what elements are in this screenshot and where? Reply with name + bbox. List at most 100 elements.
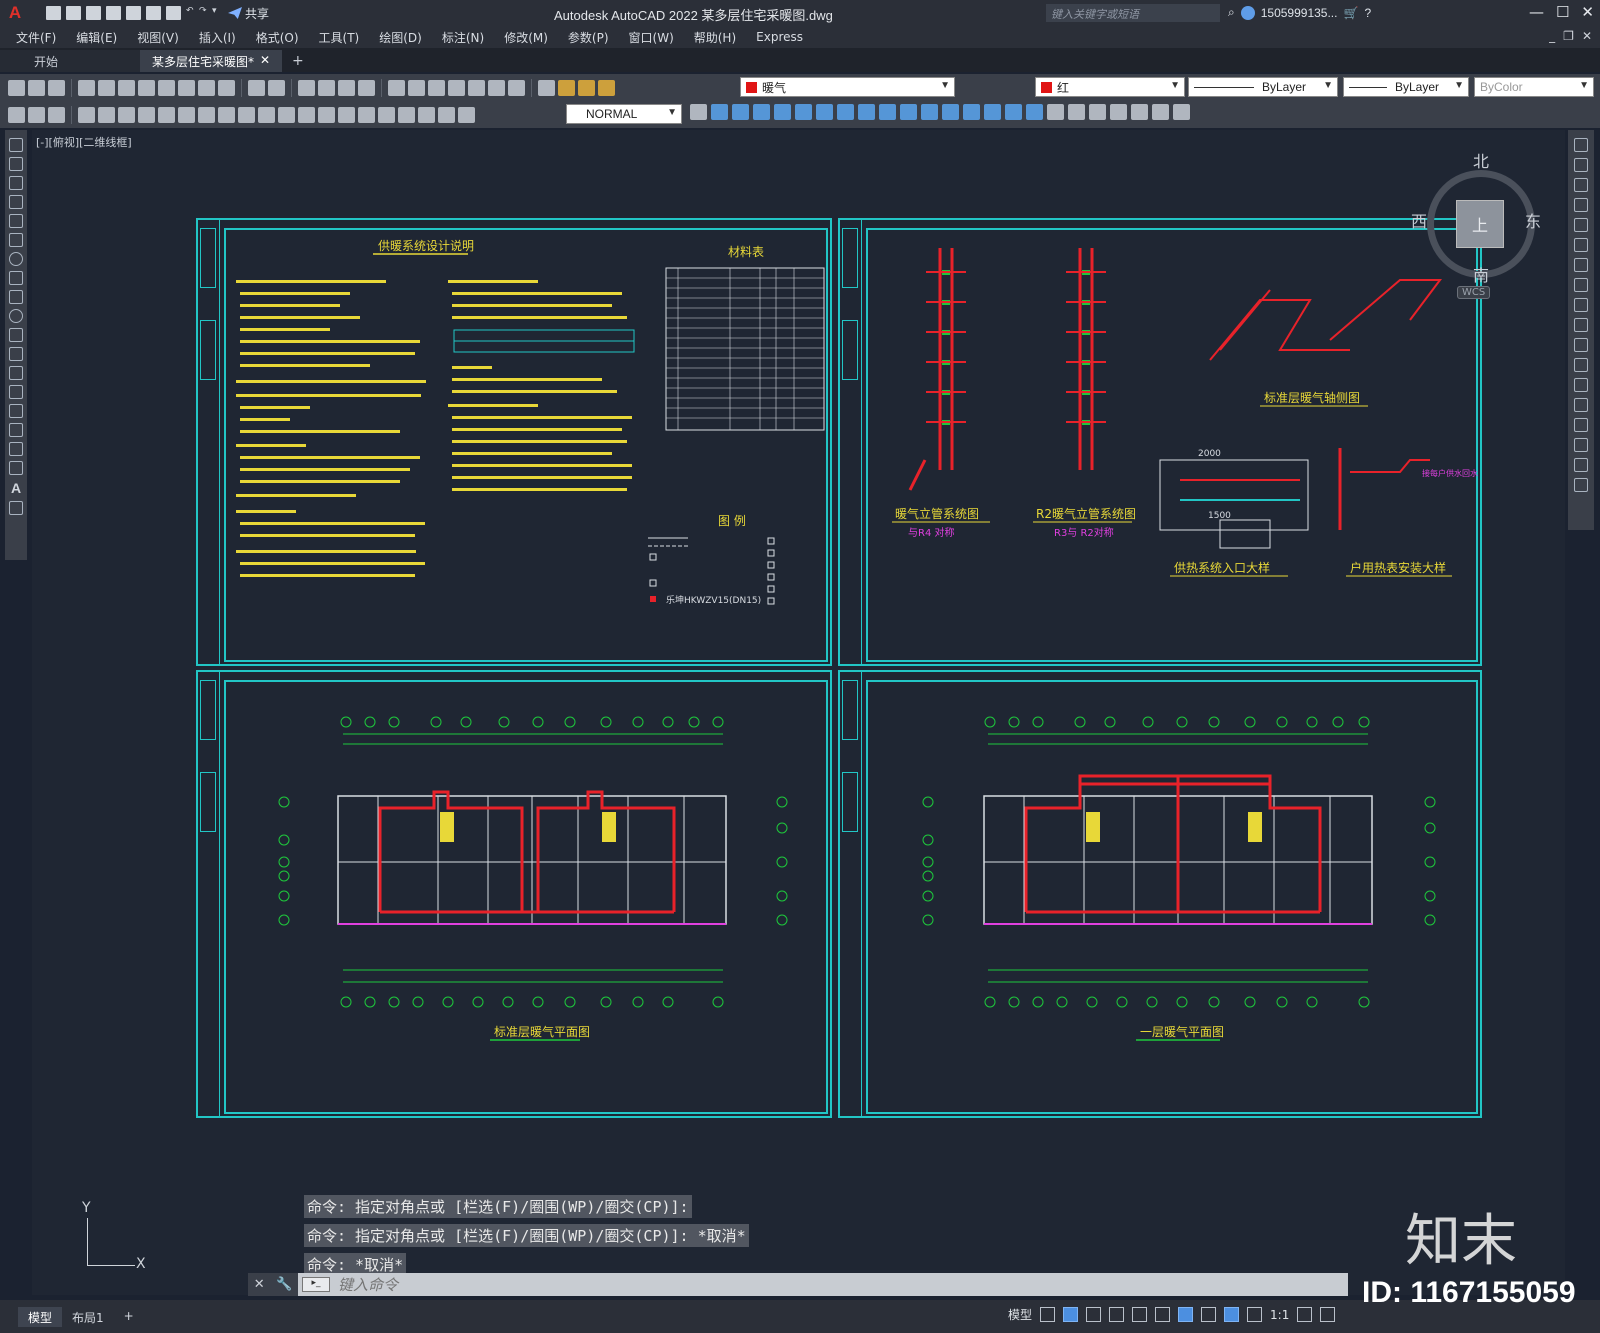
markup-icon[interactable]	[468, 79, 485, 96]
close-command-line-icon[interactable]: ✕	[254, 1277, 265, 1292]
doc-close-button[interactable]: ✕	[1582, 29, 1592, 43]
copy-icon[interactable]	[1574, 158, 1588, 172]
region-icon[interactable]	[9, 442, 23, 456]
polyline-icon[interactable]	[9, 176, 23, 190]
stretch-icon[interactable]	[1574, 298, 1588, 312]
publish-icon[interactable]	[118, 79, 135, 96]
grid-icon[interactable]	[1040, 1307, 1056, 1322]
draw-order-icon[interactable]	[1047, 104, 1064, 120]
search-input[interactable]: 键入关键字或短语	[1046, 4, 1220, 22]
rectangle-icon[interactable]	[9, 214, 23, 228]
bring-front-icon[interactable]	[1068, 104, 1085, 120]
object-snap-tracking-icon[interactable]	[1155, 1307, 1171, 1322]
save-icon[interactable]	[48, 79, 65, 96]
ortho-icon[interactable]	[1086, 1307, 1102, 1322]
plus-icon[interactable]	[1320, 1307, 1336, 1322]
compass-south[interactable]: 南	[1473, 262, 1489, 286]
add-layout-button[interactable]: +	[114, 1307, 144, 1327]
compass-east[interactable]: 东	[1525, 208, 1541, 232]
menu-modify[interactable]: 修改(M)	[504, 29, 548, 46]
ungroup-icon[interactable]	[1173, 104, 1190, 120]
ordinate-dim-icon[interactable]	[138, 106, 155, 123]
text-above-icon[interactable]	[1110, 104, 1127, 120]
dim-space-icon[interactable]	[298, 106, 315, 123]
stretch-icon[interactable]	[879, 104, 896, 120]
tool-palettes-icon[interactable]	[428, 79, 445, 96]
wcs-menu[interactable]: WCS	[1457, 286, 1491, 299]
undo-icon[interactable]	[248, 79, 265, 96]
send-back-icon[interactable]	[1089, 104, 1106, 120]
move-icon[interactable]	[1574, 238, 1588, 252]
print-icon[interactable]	[166, 6, 181, 20]
layer-dropdown[interactable]: 暖气 ▼	[740, 77, 955, 97]
annotation-scale[interactable]: 1:1	[1270, 1308, 1289, 1322]
dim-text-edit-icon[interactable]	[438, 106, 455, 123]
doc-restore-button[interactable]: ❐	[1563, 29, 1574, 43]
explode-icon[interactable]	[1026, 104, 1043, 120]
join-icon[interactable]	[1574, 398, 1588, 412]
menu-edit[interactable]: 编辑(E)	[76, 29, 117, 46]
arc-length-icon[interactable]	[118, 106, 135, 123]
autocad-logo-icon[interactable]: A	[0, 0, 30, 26]
tab-close-icon[interactable]: ✕	[260, 53, 270, 69]
dim-edit-icon[interactable]	[418, 106, 435, 123]
viewport-controls[interactable]: [-][俯视][二维线框]	[36, 134, 132, 150]
menu-tools[interactable]: 工具(T)	[319, 29, 360, 46]
gradient-icon[interactable]	[9, 423, 23, 437]
extend-icon[interactable]	[921, 104, 938, 120]
add-selected-icon[interactable]	[9, 501, 23, 515]
qat-dropdown-icon[interactable]: ▾	[212, 6, 220, 20]
properties-icon[interactable]	[388, 79, 405, 96]
copy-icon[interactable]	[178, 79, 195, 96]
scale-icon[interactable]	[858, 104, 875, 120]
sheet-set-icon[interactable]	[448, 79, 465, 96]
baseline-dim-icon[interactable]	[258, 106, 275, 123]
hatch-icon[interactable]	[9, 404, 23, 418]
join-icon[interactable]	[963, 104, 980, 120]
match-properties-icon[interactable]	[218, 79, 235, 96]
zoom-realtime-icon[interactable]	[318, 79, 335, 96]
layer-states-icon[interactable]	[48, 106, 65, 123]
object-snap-icon[interactable]	[1178, 1307, 1194, 1322]
pan-icon[interactable]	[298, 79, 315, 96]
inspection-icon[interactable]	[378, 106, 395, 123]
customize-icon[interactable]: 🔧	[276, 1277, 292, 1292]
layer-properties-icon[interactable]	[538, 79, 555, 96]
menu-draw[interactable]: 绘图(D)	[379, 29, 422, 46]
arc-icon[interactable]	[9, 233, 23, 247]
jogged-dim-icon[interactable]	[178, 106, 195, 123]
chamfer-icon[interactable]	[1574, 418, 1588, 432]
table-icon[interactable]	[9, 461, 23, 475]
layer-thaw-icon[interactable]	[578, 79, 595, 96]
menu-view[interactable]: 视图(V)	[137, 29, 179, 46]
compass-west[interactable]: 西	[1411, 208, 1427, 232]
trim-icon[interactable]	[1574, 318, 1588, 332]
isodraft-icon[interactable]	[1132, 1307, 1148, 1322]
multiline-text-icon[interactable]: A	[11, 480, 21, 496]
rotate-icon[interactable]	[837, 104, 854, 120]
open-file-icon[interactable]	[66, 6, 81, 20]
open-icon[interactable]	[28, 79, 45, 96]
redo-icon[interactable]	[268, 79, 285, 96]
scale-icon[interactable]	[1574, 278, 1588, 292]
insert-block-icon[interactable]	[9, 347, 23, 361]
mirror-icon[interactable]	[753, 104, 770, 120]
array-icon[interactable]	[795, 104, 812, 120]
undo-icon[interactable]: ↶	[186, 6, 194, 20]
layer-on-icon[interactable]	[558, 79, 575, 96]
close-button[interactable]: ✕	[1581, 3, 1594, 21]
copy-object-icon[interactable]	[732, 104, 749, 120]
fillet-icon[interactable]	[1574, 438, 1588, 452]
linetype-dropdown[interactable]: ByLayer ▼	[1188, 77, 1338, 97]
share-button[interactable]: 共享	[228, 5, 269, 22]
make-block-icon[interactable]	[9, 366, 23, 380]
menu-parametric[interactable]: 参数(P)	[568, 29, 609, 46]
workspace-gear-icon[interactable]	[1297, 1307, 1313, 1322]
chamfer-icon[interactable]	[984, 104, 1001, 120]
compass-north[interactable]: 北	[1473, 148, 1489, 172]
color-dropdown[interactable]: 红 ▼	[1035, 77, 1185, 97]
tab-layout1[interactable]: 布局1	[62, 1307, 114, 1327]
fillet-icon[interactable]	[1005, 104, 1022, 120]
save-icon[interactable]	[86, 6, 101, 20]
layer-previous-icon[interactable]	[8, 106, 25, 123]
